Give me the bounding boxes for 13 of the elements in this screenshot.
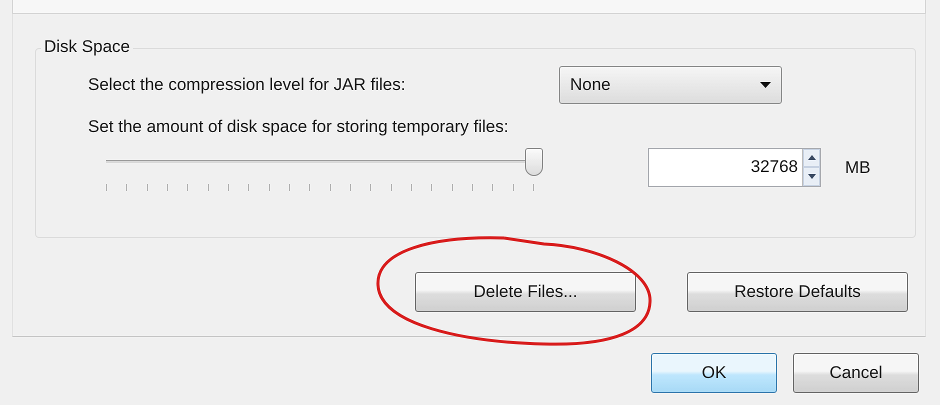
group-button[interactable]: Restore Defaults <box>687 272 908 312</box>
disk-space-field[interactable]: 32768 <box>648 148 821 186</box>
dropdown-arrow-icon <box>760 82 771 88</box>
spin-down-icon[interactable] <box>803 167 820 186</box>
compression-dropdown[interactable]: None <box>559 66 782 104</box>
spin-up-icon[interactable] <box>803 148 820 167</box>
compression-label: Select the compression level for JAR files: <box>88 74 406 96</box>
slider-thumb[interactable] <box>525 148 543 176</box>
group-button[interactable]: Delete Files... <box>415 272 636 312</box>
dialog-button[interactable]: Cancel <box>793 353 919 393</box>
dialog-button[interactable]: OK <box>651 353 777 393</box>
unit-label: MB <box>845 156 872 178</box>
temp-space-label: Set the amount of disk space for storing temporary files: <box>88 116 510 138</box>
